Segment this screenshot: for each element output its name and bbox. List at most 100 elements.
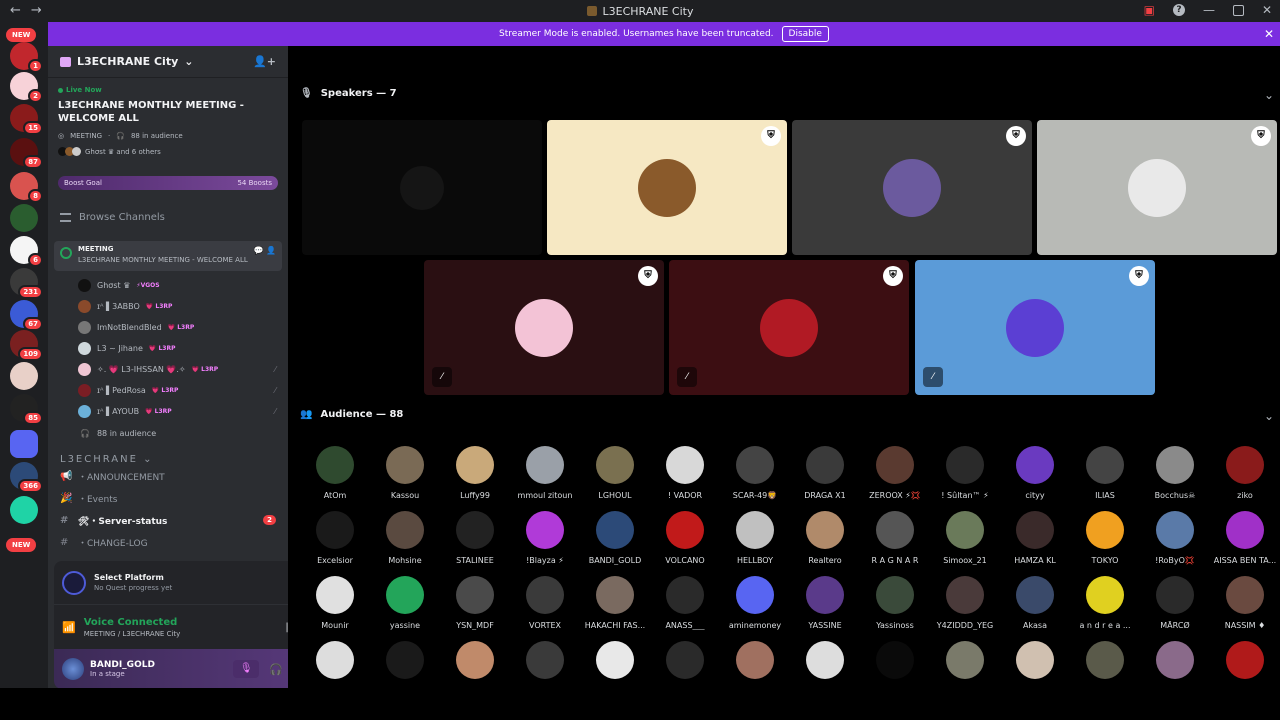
audience-member[interactable]: !Blayza ⚡ xyxy=(510,511,580,565)
server-icon[interactable]: 1 xyxy=(10,42,43,73)
channel-item[interactable]: 🎉 ・Events xyxy=(48,487,288,509)
audience-member[interactable]: HAKACHI FAS... xyxy=(580,576,650,630)
audience-member[interactable]: Yassinoss xyxy=(860,576,930,630)
avatar[interactable] xyxy=(62,658,84,680)
audience-member[interactable]: DRAGA X1 xyxy=(790,446,860,500)
speaker-tile[interactable]: ⛨ ⁄ xyxy=(669,260,909,395)
audience-row[interactable]: 🎧 88 in audience xyxy=(48,422,288,444)
voice-location[interactable]: MEETING / L3ECHRANE City xyxy=(84,630,181,638)
server-icon[interactable]: 109 xyxy=(10,330,43,361)
close-banner-icon[interactable]: ✕ xyxy=(1264,27,1274,41)
stage-member[interactable]: Ghσst ♛ ⚡VGOS xyxy=(48,275,288,296)
audience-member[interactable]: SCAR-49🦁 xyxy=(720,446,790,500)
server-icon[interactable]: 87 xyxy=(10,138,43,169)
audience-member[interactable] xyxy=(720,641,790,686)
server-icon[interactable] xyxy=(10,204,38,232)
channel-item[interactable]: # 🛠・Server-status 2 xyxy=(48,509,288,531)
audience-member[interactable]: Realtero xyxy=(790,511,860,565)
stage-member[interactable]: ɪᴬ ▌3ABBO 💗 L3RP xyxy=(48,296,288,317)
audience-member[interactable]: HELLBOY xyxy=(720,511,790,565)
audience-member[interactable]: NASSIM ♦ xyxy=(1210,576,1280,630)
voice-status[interactable]: Voice Connected xyxy=(84,617,181,628)
audience-member[interactable]: STALINEE xyxy=(440,511,510,565)
audience-member[interactable]: Bocchus☠ xyxy=(1140,446,1210,500)
audience-member[interactable]: HAMZA KL xyxy=(1000,511,1070,565)
boost-goal[interactable]: Boost Goal 54 Boosts xyxy=(58,176,278,190)
audience-member[interactable] xyxy=(370,641,440,686)
minimize-button[interactable]: — xyxy=(1203,3,1215,17)
headphones-icon[interactable]: 🎧 xyxy=(269,663,283,676)
server-icon[interactable]: 67 xyxy=(10,300,43,331)
speaker-tile[interactable]: ⛨ xyxy=(547,120,787,255)
help-icon[interactable]: ? xyxy=(1172,4,1185,16)
audience-member[interactable]: Excelsior xyxy=(300,511,370,565)
forward-arrow-icon[interactable]: → xyxy=(31,3,42,18)
speaker-tile[interactable]: ⛨ ⁄ xyxy=(424,260,664,395)
quest-panel[interactable]: Select Platform No Quest progress yet xyxy=(54,561,288,605)
maximize-button[interactable] xyxy=(1232,4,1244,16)
audience-member[interactable]: ! Sûltan™ ⚡ xyxy=(930,446,1000,500)
channel-item[interactable]: 📢 ・ANNOUNCEMENT xyxy=(48,465,288,487)
chevron-down-icon[interactable]: ⌄ xyxy=(1264,88,1274,102)
audience-member[interactable]: BANDI_GOLD xyxy=(580,511,650,565)
audience-member[interactable]: VOLCANO xyxy=(650,511,720,565)
audience-member[interactable] xyxy=(1070,641,1140,686)
stage-member[interactable]: ImNotBlendBled 💗 L3RP xyxy=(48,317,288,338)
audience-member[interactable] xyxy=(860,641,930,686)
stage-actions[interactable]: 💬 👤 xyxy=(254,246,276,255)
chevron-down-icon[interactable]: ⌄ xyxy=(1264,409,1274,423)
server-header[interactable]: L3ECHRANE City ⌄ 👤+ xyxy=(48,46,288,78)
speaker-tile[interactable]: ⛨ ⁄ xyxy=(915,260,1155,395)
audience-member[interactable]: MĀRCØ xyxy=(1140,576,1210,630)
inbox-icon[interactable]: ▣ xyxy=(1144,3,1155,17)
stage-member[interactable]: ✧. 💗 L3-IHSSAN 💗.✧ 💗 L3RP ⁄ xyxy=(48,359,288,380)
audience-member[interactable] xyxy=(510,641,580,686)
browse-channels[interactable]: Browse Channels xyxy=(48,212,288,223)
audience-member[interactable]: AISSA BEN TA... xyxy=(1210,511,1280,565)
invite-people-icon[interactable]: 👤+ xyxy=(253,55,276,68)
audience-member[interactable] xyxy=(1210,641,1280,686)
user-name[interactable]: BANDI_GOLD xyxy=(90,660,155,670)
server-icon[interactable]: 15 xyxy=(10,104,43,135)
audience-member[interactable]: cityy xyxy=(1000,446,1070,500)
server-icon[interactable]: 231 xyxy=(10,268,43,299)
stage-channel-meeting[interactable]: MEETING L3ECHRANE MONTHLY MEETING - WELC… xyxy=(54,241,282,271)
audience-member[interactable] xyxy=(1140,641,1210,686)
speaker-tile[interactable]: ⛨ xyxy=(792,120,1032,255)
live-stage-card[interactable]: Live Now L3ECHRANE MONTHLY MEETING - WEL… xyxy=(48,78,288,160)
audience-member[interactable]: mmoul zitoun xyxy=(510,446,580,500)
audience-member[interactable]: ! VADOR xyxy=(650,446,720,500)
back-arrow-icon[interactable]: ← xyxy=(10,3,21,18)
stage-member[interactable]: ɪᴬ ▌AYOUB 💗 L3RP ⁄ xyxy=(48,401,288,422)
mic-muted-icon[interactable]: 🎙 xyxy=(233,660,260,678)
audience-member[interactable]: Y4ZIDDD_YEG xyxy=(930,576,1000,630)
audience-member[interactable]: Luffy99 xyxy=(440,446,510,500)
audience-member[interactable]: ANASS___ xyxy=(650,576,720,630)
category-header[interactable]: L3ECHRANE ⌄ xyxy=(48,454,288,465)
audience-member[interactable]: LGHOUL xyxy=(580,446,650,500)
audience-member[interactable]: ILIAS xyxy=(1070,446,1140,500)
audience-member[interactable]: R A G N A R xyxy=(860,511,930,565)
server-icon[interactable] xyxy=(10,362,38,390)
audience-member[interactable]: yassine xyxy=(370,576,440,630)
audience-member[interactable]: AtOm xyxy=(300,446,370,500)
server-icon[interactable] xyxy=(10,430,38,458)
server-icon[interactable]: 6 xyxy=(10,236,43,267)
audience-member[interactable] xyxy=(300,641,370,686)
audience-member[interactable]: VORTEX xyxy=(510,576,580,630)
audience-member[interactable]: a n d r e a ... xyxy=(1070,576,1140,630)
audience-member[interactable] xyxy=(930,641,1000,686)
stage-member[interactable]: ɪᴬ ▌PedRosa 💗 L3RP ⁄ xyxy=(48,380,288,401)
server-icon[interactable]: 85 xyxy=(10,394,43,425)
disable-button[interactable]: Disable xyxy=(781,26,829,42)
audience-member[interactable]: YASSINE xyxy=(790,576,860,630)
audience-member[interactable] xyxy=(580,641,650,686)
audience-member[interactable] xyxy=(1000,641,1070,686)
audience-member[interactable]: Simoox_21 xyxy=(930,511,1000,565)
audience-member[interactable]: YSN_MDF xyxy=(440,576,510,630)
audience-member[interactable]: ziko xyxy=(1210,446,1280,500)
signal-icon[interactable]: 📶 xyxy=(62,621,76,634)
audience-member[interactable]: aminemoney xyxy=(720,576,790,630)
stage-member[interactable]: L3 ~ Jihane 💗 L3RP xyxy=(48,338,288,359)
audience-member[interactable]: TOKYO xyxy=(1070,511,1140,565)
